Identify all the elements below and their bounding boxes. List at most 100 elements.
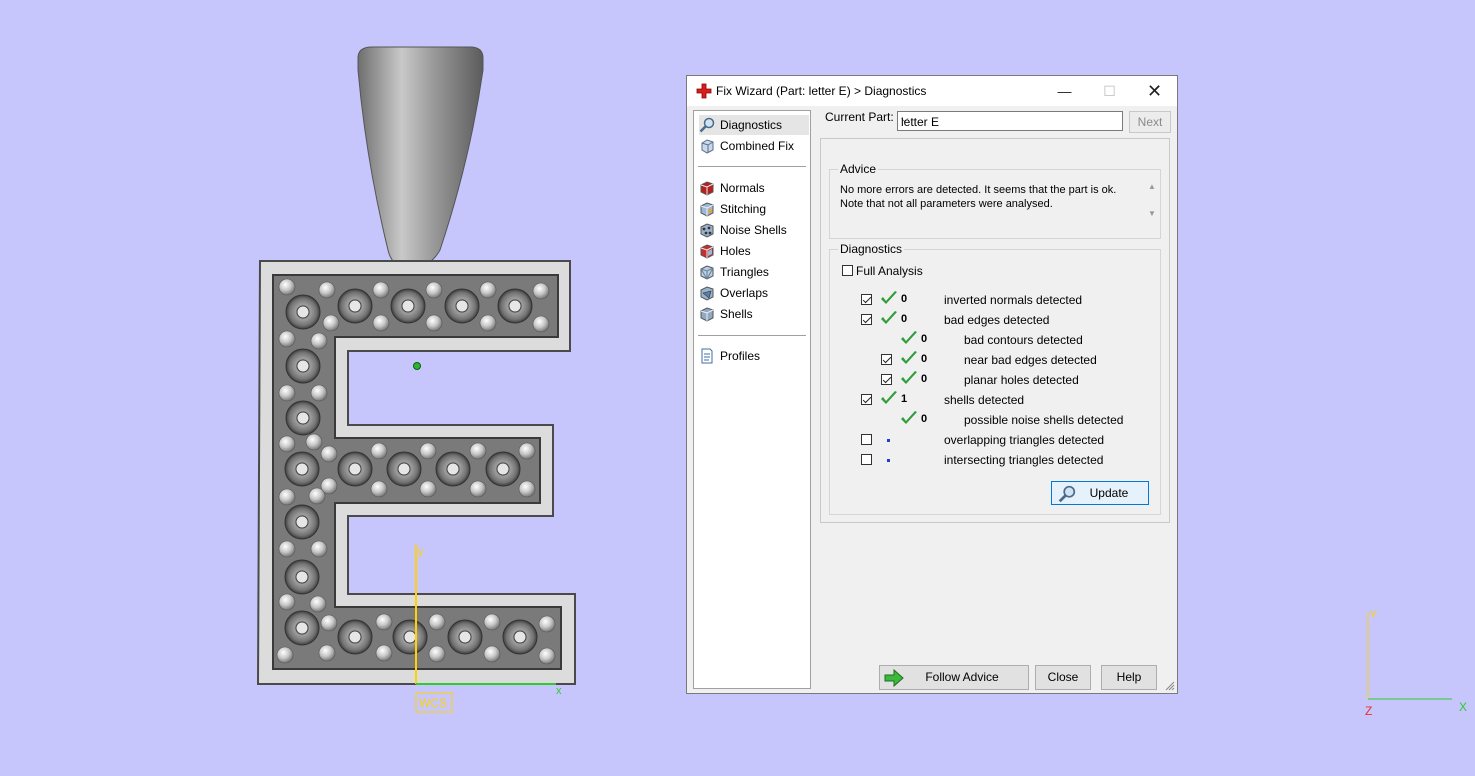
ball-gem: [428, 613, 446, 631]
nav-label: Stitching: [720, 202, 767, 216]
orientation-triad: Y X Z: [1365, 609, 1467, 718]
diagnostic-checkbox[interactable]: [861, 294, 872, 305]
nav-item-diagnostics[interactable]: Diagnostics: [699, 115, 809, 135]
ball-gem: [479, 281, 497, 299]
wizard-nav: Diagnostics Combined Fix Normals Stitchi…: [693, 110, 811, 689]
nav-label: Overlaps: [720, 286, 769, 300]
resize-grip-icon[interactable]: [1165, 681, 1175, 691]
nav-item-stitching[interactable]: Stitching: [699, 199, 809, 219]
diagnostic-text: overlapping triangles detected: [944, 433, 1105, 447]
ball-gem: [278, 593, 296, 611]
ball-gem: [310, 332, 328, 350]
diagnostic-checkbox[interactable]: [861, 434, 872, 445]
close-button[interactable]: Close: [1035, 665, 1091, 690]
magnifier-icon: [699, 117, 715, 133]
nav-item-holes[interactable]: Holes: [699, 241, 809, 261]
magnifier-icon: [1058, 485, 1076, 503]
ball-gem: [483, 645, 501, 663]
diagnostic-text: near bad edges detected: [964, 353, 1097, 367]
advice-line-2: Note that not all parameters were analys…: [840, 198, 1053, 210]
green-check-icon: [901, 331, 917, 344]
triangles-cube-icon: [700, 265, 714, 280]
diagnostic-count: 0: [921, 413, 928, 425]
update-button[interactable]: Update: [1051, 481, 1149, 505]
ball-gem: [278, 488, 296, 506]
nav-label: Triangles: [720, 265, 769, 279]
ball-gem: [419, 442, 437, 460]
stitching-cube-icon: [700, 202, 714, 217]
nav-item-normals[interactable]: Normals: [699, 178, 809, 198]
ball-gem: [370, 442, 388, 460]
nav-item-combined-fix[interactable]: Combined Fix: [699, 136, 809, 156]
dialog-title: Fix Wizard (Part: letter E) > Diagnostic…: [716, 84, 927, 98]
diagnostic-checkbox[interactable]: [861, 394, 872, 405]
fix-wizard-dialog: Fix Wizard (Part: letter E) > Diagnostic…: [686, 75, 1178, 694]
nav-item-overlaps[interactable]: Overlaps: [699, 283, 809, 303]
normals-cube-icon: [700, 181, 714, 196]
green-check-icon: [881, 291, 897, 304]
green-check-icon: [901, 351, 917, 364]
pivot-point-icon: [413, 362, 421, 370]
ball-gem: [320, 477, 338, 495]
diagnostic-count: 1: [901, 393, 908, 405]
nav-item-shells[interactable]: Shells: [699, 304, 809, 324]
help-button[interactable]: Help: [1101, 665, 1157, 690]
nav-label: Profiles: [720, 349, 761, 363]
ball-gem: [310, 540, 328, 558]
nav-item-profiles[interactable]: Profiles: [699, 346, 809, 366]
ball-gem: [320, 445, 338, 463]
ball-gem: [278, 435, 296, 453]
chevron-down-icon: ⌵: [901, 114, 909, 125]
nav-label: Diagnostics: [720, 118, 783, 132]
corner-axis-z: Z: [1365, 704, 1372, 718]
diagnostic-count: 0: [901, 313, 908, 325]
ball-gem: [278, 540, 296, 558]
follow-advice-button[interactable]: Follow Advice: [879, 665, 1029, 690]
diagnostic-text: shells detected: [944, 393, 1025, 407]
green-check-icon: [901, 411, 917, 424]
ball-gem: [370, 480, 388, 498]
ball-gem: [532, 282, 550, 300]
full-analysis-checkbox[interactable]: [842, 265, 853, 276]
ball-gem: [518, 442, 536, 460]
advice-scrollbar[interactable]: ▲ ▼: [1146, 182, 1158, 228]
ball-gem: [419, 480, 437, 498]
cube-icon: [701, 139, 714, 154]
ball-gem: [428, 645, 446, 663]
next-button[interactable]: Next: [1129, 111, 1171, 133]
diagnostic-checkbox[interactable]: [881, 354, 892, 365]
diagnostic-count: 0: [921, 373, 928, 385]
diagnostic-checkbox[interactable]: [861, 314, 872, 325]
ball-gem: [538, 647, 556, 665]
nav-label: Combined Fix: [720, 139, 795, 153]
wcs-label: WCS: [419, 696, 447, 710]
ball-gem: [425, 314, 443, 332]
advice-line-1: No more errors are detected. It seems th…: [840, 184, 1117, 196]
advice-text: No more errors are detected. It seems th…: [840, 184, 1160, 224]
ball-gem: [310, 384, 328, 402]
holes-cube-icon: [700, 244, 714, 259]
diagnostic-count: 0: [921, 333, 928, 345]
update-label: Update: [1089, 486, 1129, 500]
minimize-button[interactable]: —: [1042, 76, 1087, 106]
arrow-right-icon: [884, 669, 904, 687]
follow-advice-label: Follow Advice: [925, 670, 999, 684]
green-check-icon: [881, 391, 897, 404]
ball-gem: [372, 281, 390, 299]
axis-x-label: x: [556, 685, 562, 697]
ball-gem: [322, 314, 340, 332]
ball-gem: [318, 644, 336, 662]
nav-item-noise-shells[interactable]: Noise Shells: [699, 220, 809, 240]
title-bar[interactable]: Fix Wizard (Part: letter E) > Diagnostic…: [687, 76, 1177, 106]
diagnostic-checkbox[interactable]: [861, 454, 872, 465]
current-part-select[interactable]: letter E ⌵: [897, 111, 1123, 131]
diagnostic-checkbox[interactable]: [881, 374, 892, 385]
ball-gem: [538, 615, 556, 633]
maximize-button[interactable]: ☐: [1087, 76, 1132, 106]
diagnostic-text: planar holes detected: [964, 373, 1079, 387]
shells-cube-icon: [700, 307, 714, 322]
diagnostic-text: inverted normals detected: [944, 293, 1083, 307]
nav-item-triangles[interactable]: Triangles: [699, 262, 809, 282]
nav-label: Shells: [720, 307, 753, 321]
close-window-button[interactable]: ✕: [1132, 76, 1177, 106]
